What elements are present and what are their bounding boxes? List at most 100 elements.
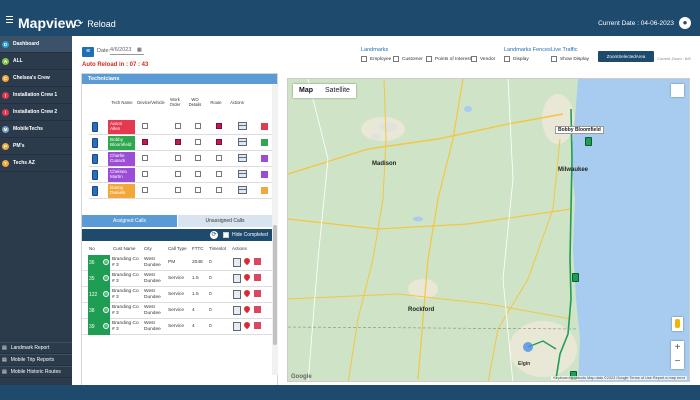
color-swatch[interactable] <box>261 187 268 194</box>
sidebar-item-pms[interactable]: P PM's <box>0 138 72 155</box>
tab-satellite[interactable]: Satellite <box>319 84 356 98</box>
hide-completed-checkbox[interactable] <box>223 232 229 238</box>
tech-name[interactable]: Danny Daniels <box>108 184 135 198</box>
route-checkbox[interactable] <box>216 187 222 193</box>
color-swatch[interactable] <box>261 171 268 178</box>
tech-marker-icon[interactable] <box>572 273 579 282</box>
traffic-display-checkbox[interactable]: Show Display <box>551 56 589 62</box>
timeslot: 0 <box>209 260 212 265</box>
sidebar-item-techs-az[interactable]: T Techs AZ <box>0 155 72 172</box>
color-swatch[interactable] <box>261 123 268 130</box>
call-number[interactable]: 36 ◎ <box>88 255 110 271</box>
street-view-pegman-icon[interactable] <box>672 317 683 331</box>
calendar-action-icon[interactable] <box>238 186 247 194</box>
call-type: Service <box>168 276 184 281</box>
sidebar-item-chelseas-crew[interactable]: C Chelsea's Crew <box>0 70 72 87</box>
tech-name[interactable]: Charlie Cusack <box>108 152 135 166</box>
call-number[interactable]: 38 ◎ <box>88 303 110 319</box>
device-checkbox[interactable] <box>142 139 148 145</box>
work-order-checkbox[interactable] <box>175 123 181 129</box>
sidebar-item-all[interactable]: A ALL <box>0 53 72 70</box>
tab-assigned-calls[interactable]: Assigned Calls <box>82 215 177 227</box>
calendar-action-icon[interactable] <box>238 122 247 130</box>
work-order-checkbox[interactable] <box>175 171 181 177</box>
wo-details-checkbox[interactable] <box>195 139 201 145</box>
map-attribution[interactable]: Keyboard shortcuts Map data ©2023 Google… <box>551 376 687 380</box>
map-pin-icon[interactable] <box>242 272 252 282</box>
wo-details-checkbox[interactable] <box>195 187 201 193</box>
landmark-employee-checkbox[interactable]: Employee <box>361 56 391 62</box>
calendar-action-icon[interactable] <box>233 290 241 299</box>
zoom-in-icon[interactable]: + <box>671 341 684 355</box>
calendar-action-icon[interactable] <box>233 258 241 267</box>
landmark-vendor-checkbox[interactable]: Vendor <box>471 56 495 62</box>
work-order-checkbox[interactable] <box>175 155 181 161</box>
calendar-action-icon[interactable] <box>233 274 241 283</box>
calendar-action-icon[interactable] <box>233 322 241 331</box>
fence-display-checkbox[interactable]: Display <box>504 56 529 62</box>
technicians-scrollbar[interactable] <box>272 85 278 375</box>
wo-details-checkbox[interactable] <box>195 171 201 177</box>
col-wo-details: WO Details <box>188 97 202 107</box>
sidebar-item-landmark-report[interactable]: ▤ Landmark Report <box>0 342 72 354</box>
map-pin-icon[interactable] <box>242 320 252 330</box>
edit-action-icon[interactable] <box>254 306 261 313</box>
work-order-checkbox[interactable] <box>175 139 181 145</box>
sidebar-item-installation-crew-2[interactable]: I Installation Crew 2 <box>0 104 72 121</box>
color-swatch[interactable] <box>261 155 268 162</box>
route-checkbox[interactable] <box>216 139 222 145</box>
reload-button[interactable]: ⟳ Reload <box>74 17 116 30</box>
tech-name[interactable]: Aaron Allen <box>108 120 135 134</box>
device-checkbox[interactable] <box>142 123 148 129</box>
scrollbar-thumb[interactable] <box>273 225 277 345</box>
route-checkbox[interactable] <box>216 155 222 161</box>
map-pin-icon[interactable] <box>242 256 252 266</box>
landmark-customer-checkbox[interactable]: Customer <box>393 56 423 62</box>
filter-button[interactable]: ≡ <box>82 47 94 57</box>
wo-details-checkbox[interactable] <box>195 155 201 161</box>
tab-unassigned-calls[interactable]: Unassigned Calls <box>178 215 272 227</box>
tab-map[interactable]: Map <box>293 84 319 98</box>
zoom-selected-area-button[interactable]: ZoomSelectedArea <box>598 51 654 62</box>
map-view[interactable]: Map Satellite Madison Milwaukee Rockford… <box>287 78 690 382</box>
map-pin-icon[interactable] <box>242 304 252 314</box>
edit-action-icon[interactable] <box>254 322 261 329</box>
landmarks-title: Landmarks <box>361 47 389 53</box>
tech-marker-icon[interactable] <box>585 137 592 146</box>
edit-action-icon[interactable] <box>254 290 261 297</box>
calendar-action-icon[interactable] <box>238 170 247 178</box>
calls-tabs: Assigned Calls Unassigned Calls <box>82 215 272 227</box>
sidebar-item-dashboard[interactable]: D Dashboard <box>0 36 72 53</box>
edit-action-icon[interactable] <box>254 274 261 281</box>
map-pin-icon[interactable] <box>242 288 252 298</box>
work-order-checkbox[interactable] <box>175 187 181 193</box>
device-checkbox[interactable] <box>142 187 148 193</box>
menu-icon[interactable] <box>6 16 13 25</box>
user-icon[interactable]: ● <box>679 17 691 29</box>
zoom-out-icon[interactable]: − <box>671 355 684 369</box>
call-number[interactable]: 122 ◎ <box>88 287 110 303</box>
sidebar-item-installation-crew-1[interactable]: I Installation Crew 1 <box>0 87 72 104</box>
calendar-action-icon[interactable] <box>233 306 241 315</box>
tech-name[interactable]: Bobby Bloomfield <box>108 136 135 150</box>
tech-location-label[interactable]: Bobby Bloomfield <box>555 126 604 134</box>
device-checkbox[interactable] <box>142 171 148 177</box>
route-checkbox[interactable] <box>216 123 222 129</box>
device-checkbox[interactable] <box>142 155 148 161</box>
calendar-action-icon[interactable] <box>238 154 247 162</box>
sync-icon[interactable]: ⟳ <box>210 231 218 239</box>
sidebar-item-mobile-trip-reports[interactable]: ▤ Mobile Trip Reports <box>0 354 72 366</box>
landmark-poi-checkbox[interactable]: Points of Interest <box>426 56 471 62</box>
call-number[interactable]: 35 ◎ <box>88 271 110 287</box>
wo-details-checkbox[interactable] <box>195 123 201 129</box>
calendar-action-icon[interactable] <box>238 138 247 146</box>
sidebar-item-mobile-historic-routes[interactable]: ▤ Mobile Historic Routes <box>0 366 72 378</box>
fullscreen-icon[interactable] <box>671 84 684 97</box>
call-number[interactable]: 39 ◎ <box>88 319 110 335</box>
calendar-icon[interactable]: ▦ <box>137 47 142 53</box>
route-checkbox[interactable] <box>216 171 222 177</box>
color-swatch[interactable] <box>261 139 268 146</box>
edit-action-icon[interactable] <box>254 258 261 265</box>
sidebar-item-mobiletechs[interactable]: M MobileTechs <box>0 121 72 138</box>
tech-name[interactable]: Chelsea Martin <box>108 168 135 182</box>
